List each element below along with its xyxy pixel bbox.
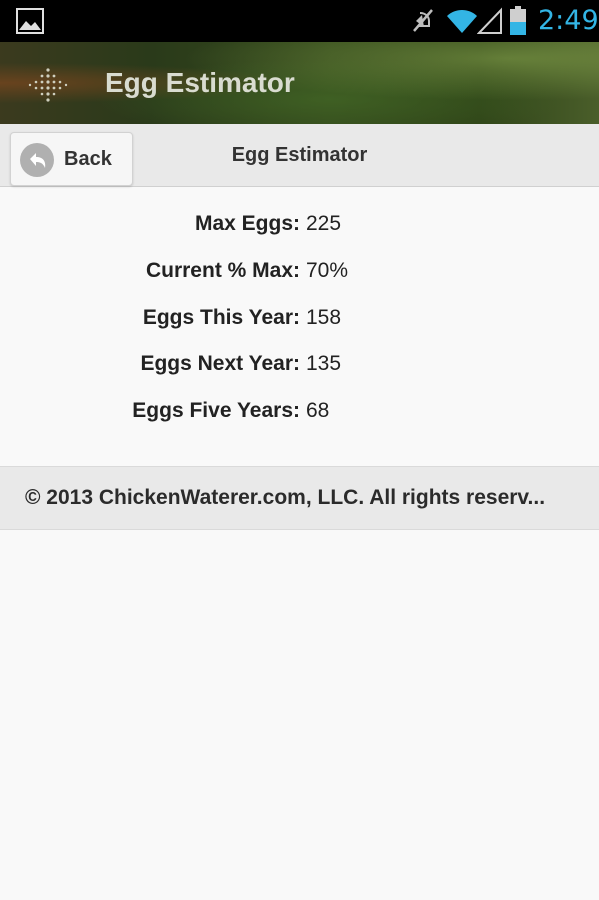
result-row-eggs-next-year: Eggs Next Year: 135 <box>0 352 599 382</box>
result-value: 135 <box>306 352 342 375</box>
result-value: 158 <box>306 306 342 329</box>
result-label: Max Eggs: <box>194 212 300 235</box>
battery-icon <box>510 6 526 35</box>
result-label: Eggs Next Year: <box>140 352 300 375</box>
page-title: Egg Estimator <box>231 144 368 166</box>
result-value: 70% <box>306 259 349 282</box>
clock: 2:49 <box>538 5 599 36</box>
result-label: Current % Max: <box>145 259 300 282</box>
action-bar: Egg Estimator <box>0 42 599 124</box>
copyright-text: © 2013 ChickenWaterer.com, LLC. All righ… <box>25 486 546 509</box>
result-value: 225 <box>306 212 342 235</box>
result-row-max-eggs: Max Eggs: 225 <box>0 212 599 242</box>
result-row-current-percent-max: Current % Max: 70% <box>0 259 599 289</box>
wifi-icon <box>447 10 477 33</box>
result-label: Eggs This Year: <box>142 306 300 329</box>
gallery-icon <box>16 8 44 34</box>
app-title: Egg Estimator <box>105 67 295 98</box>
status-bar: 2:49 <box>0 0 599 42</box>
mute-icon <box>413 9 433 32</box>
header-bar: Back Egg Estimator <box>0 124 599 187</box>
result-value: 68 <box>306 399 330 422</box>
app-icon[interactable] <box>28 66 68 102</box>
result-label: Eggs Five Years: <box>132 399 300 422</box>
signal-icon <box>477 7 502 34</box>
result-row-eggs-this-year: Eggs This Year: 158 <box>0 306 599 336</box>
footer-bar: © 2013 ChickenWaterer.com, LLC. All righ… <box>0 466 599 530</box>
result-row-eggs-five-years: Eggs Five Years: 68 <box>0 399 599 429</box>
